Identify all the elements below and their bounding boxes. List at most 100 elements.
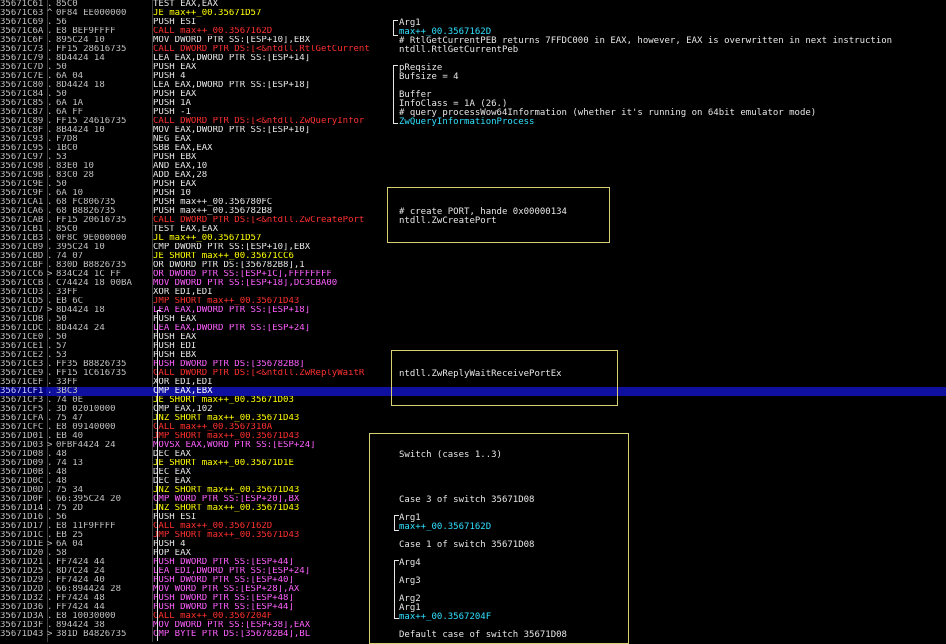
address: 35671CB9 [0, 243, 44, 252]
disasm-row[interactable]: 35671C69. 56 PUSH ESI [0, 18, 946, 27]
disasm-row[interactable]: 35671CC6 >834C24 1C FF OR DWORD PTR SS:[ES… [0, 270, 946, 279]
address: 35671D32 [0, 594, 44, 603]
disasm-row[interactable]: 35671C63 ^ 0F84 EE000000 JE max++_00.35671D… [0, 9, 946, 18]
address: 35671D09 [0, 459, 44, 468]
instruction: PUSH DWORD PTR SS:[ESP+40] [153, 576, 294, 585]
disasm-row[interactable]: 35671CD7 >8D4424 18 LEA EAX,DWORD PTR SS:[… [0, 306, 946, 315]
instruction: PUSH DWORD PTR SS:[ESP+48] [153, 594, 294, 603]
disasm-row[interactable]: 35671C7E. 6A 04 PUSH 4 [0, 72, 946, 81]
hex-dump: 0FBF4424 24 [56, 441, 116, 450]
disasm-row[interactable]: 35671C61. 85C0 TEST EAX,EAX [0, 0, 946, 9]
instruction: PUSH 1A [153, 99, 191, 108]
address: 35671CBD [0, 252, 44, 261]
instruction: JMP SHORT max++_00.35671D43 [153, 432, 300, 441]
address: 35671D0B [0, 468, 44, 477]
hex-dump: 50 [56, 315, 67, 324]
disasm-row[interactable]: 35671CBD. 74 07 JE SHORT max++_00.35671CC6 [0, 252, 946, 261]
instruction: MOV EAX,DWORD PTR SS:[ESP+10] [153, 126, 311, 135]
disasm-row[interactable]: 35671CD3. 33FF XOR EDI,EDI [0, 288, 946, 297]
address: 35671CE9 [0, 369, 44, 378]
hex-dump: FF35 B8826735 [56, 360, 127, 369]
instruction: CMP BYTE PTR DS:[356782B4],BL [153, 630, 311, 639]
disasm-row[interactable]: 35671C79. 8D4424 14 LEA EAX,DWORD PTR SS:[… [0, 54, 946, 63]
disasm-row[interactable]: 35671CDC. 8D4424 24 LEA EAX,DWORD PTR SS:[… [0, 324, 946, 333]
hex-dump: 56 [56, 513, 67, 522]
hex-dump: 50 [56, 63, 67, 72]
instruction: PUSH 10 [153, 189, 191, 198]
address: 35671D0C [0, 477, 44, 486]
hex-dump: 58 [56, 549, 67, 558]
instruction: PUSH max++_00.356782B8 [153, 207, 273, 216]
address: 35671C95 [0, 144, 44, 153]
disasm-row[interactable]: 35671C80. 8D4424 18 LEA EAX,DWORD PTR SS:[… [0, 81, 946, 90]
disasm-row[interactable]: 35671C84. 50 PUSH EAX [0, 90, 946, 99]
address: 35671D1E [0, 540, 44, 549]
hex-dump: 50 [56, 333, 67, 342]
address: 35671CF5 [0, 405, 44, 414]
disasm-row[interactable]: 35671C8F. 8B4424 10 MOV EAX,DWORD PTR SS:[… [0, 126, 946, 135]
disasm-row[interactable]: 35671C95. 1BC0 SBB EAX,EAX [0, 144, 946, 153]
instruction: PUSH DWORD PTR SS:[ESP+44] [153, 558, 294, 567]
instruction: MOV DWORD PTR SS:[ESP+10],EBX [153, 36, 311, 45]
address: 35671D08 [0, 450, 44, 459]
disasm-row[interactable]: 35671CE0. 50 PUSH EAX [0, 333, 946, 342]
disasm-row[interactable]: 35671C7D. 50 PUSH EAX [0, 63, 946, 72]
instruction: POP EAX [153, 549, 191, 558]
instruction: LEA EAX,DWORD PTR SS:[ESP+14] [153, 54, 311, 63]
address: 35671CF3 [0, 396, 44, 405]
comment-createport-name: ntdll.ZwCreatePort [399, 216, 497, 226]
instruction: CALL DWORD PTR DS:[<&ntdll.ZwReplyWaitR [153, 369, 365, 378]
disasm-row[interactable]: 35671CFC. E8 09140000 CALL max++_00.356731… [0, 423, 946, 432]
disasm-row[interactable]: 35671CB9. 395C24 10 CMP DWORD PTR SS:[ESP+… [0, 243, 946, 252]
comment-rtl-name: ntdll.RtlGetCurrentPeb [399, 45, 519, 55]
address: 35671C7D [0, 63, 44, 72]
hex-dump: EB 40 [56, 432, 84, 441]
address: 35671D29 [0, 576, 44, 585]
disasm-row[interactable]: 35671CFA. 75 47 JNZ SHORT max++_00.35671D4… [0, 414, 946, 423]
instruction: LEA EDI,DWORD PTR SS:[ESP+24] [153, 567, 311, 576]
comment-arg1-target: max++_00.3567204F [399, 612, 492, 622]
hex-dump: C74424 18 00BA [56, 279, 132, 288]
address: 35671CA1 [0, 198, 44, 207]
disasm-row[interactable]: 35671C97. 53 PUSH EBX [0, 153, 946, 162]
hex-dump: 85C0 [56, 0, 78, 9]
instruction: JE SHORT max++_00.35671CC6 [153, 252, 294, 261]
instruction: JL max++_00.35671D57 [153, 234, 262, 243]
instruction: TEST EAX,EAX [153, 0, 219, 9]
instruction: JMP SHORT max++_00.35671D43 [153, 531, 300, 540]
address: 35671D43 [0, 630, 44, 639]
disasm-row[interactable]: 35671CCB. C74424 18 00BA MOV DWORD PTR SS:… [0, 279, 946, 288]
instruction: PUSH EBX [153, 153, 197, 162]
instruction: CALL max++_00.3567310A [153, 423, 273, 432]
hex-dump: 8D4424 18 [56, 81, 105, 90]
disasm-row[interactable]: 35671CD5. EB 6C JMP SHORT max++_00.35671D4… [0, 297, 946, 306]
hex-dump: FF15 28616735 [56, 45, 127, 54]
comment-arg4: Arg4 [399, 558, 421, 568]
disasm-row[interactable]: 35671C98. 83E0 10 AND EAX,10 [0, 162, 946, 171]
hex-dump: E8 10030000 [56, 612, 116, 621]
address: 35671D21 [0, 558, 44, 567]
disasm-row[interactable]: 35671CDB. 50 PUSH EAX [0, 315, 946, 324]
disasm-row[interactable]: 35671C9B. 83C0 28 ADD EAX,28 [0, 171, 946, 180]
instruction: PUSH ESI [153, 513, 197, 522]
instruction: JE SHORT max++_00.35671D03 [153, 396, 294, 405]
address: 35671CE2 [0, 351, 44, 360]
address: 35671C87 [0, 108, 44, 117]
disasm-row[interactable]: 35671CBF. 830D B8826735 OR DWORD PTR DS:[3… [0, 261, 946, 270]
hex-dump: 75 2D [56, 504, 84, 513]
instruction: CALL max++_00.3567162D [153, 522, 273, 531]
hex-dump: 395C24 10 [56, 243, 105, 252]
disasm-row[interactable]: 35671C93. F7D8 NEG EAX [0, 135, 946, 144]
comment-replywait-name: ntdll.ZwReplyWaitReceivePortEx [399, 369, 562, 379]
arg-bracket [393, 20, 398, 36]
instruction: PUSH EBX [153, 351, 197, 360]
hex-dump: FF15 24616735 [56, 117, 127, 126]
hex-dump: 48 [56, 477, 67, 486]
instruction: CALL DWORD PTR DS:[<&ntdll.RtlGetCurrent [153, 45, 370, 54]
hex-dump: 66:395C24 20 [56, 495, 122, 504]
disasm-row[interactable]: 35671CF5. 3D 02010000 CMP EAX,102 [0, 405, 946, 414]
address: 35671CEF [0, 378, 44, 387]
instruction: MOVSX EAX,WORD PTR SS:[ESP+24] [153, 441, 316, 450]
address: 35671C89 [0, 117, 44, 126]
address: 35671C63 [0, 9, 44, 18]
